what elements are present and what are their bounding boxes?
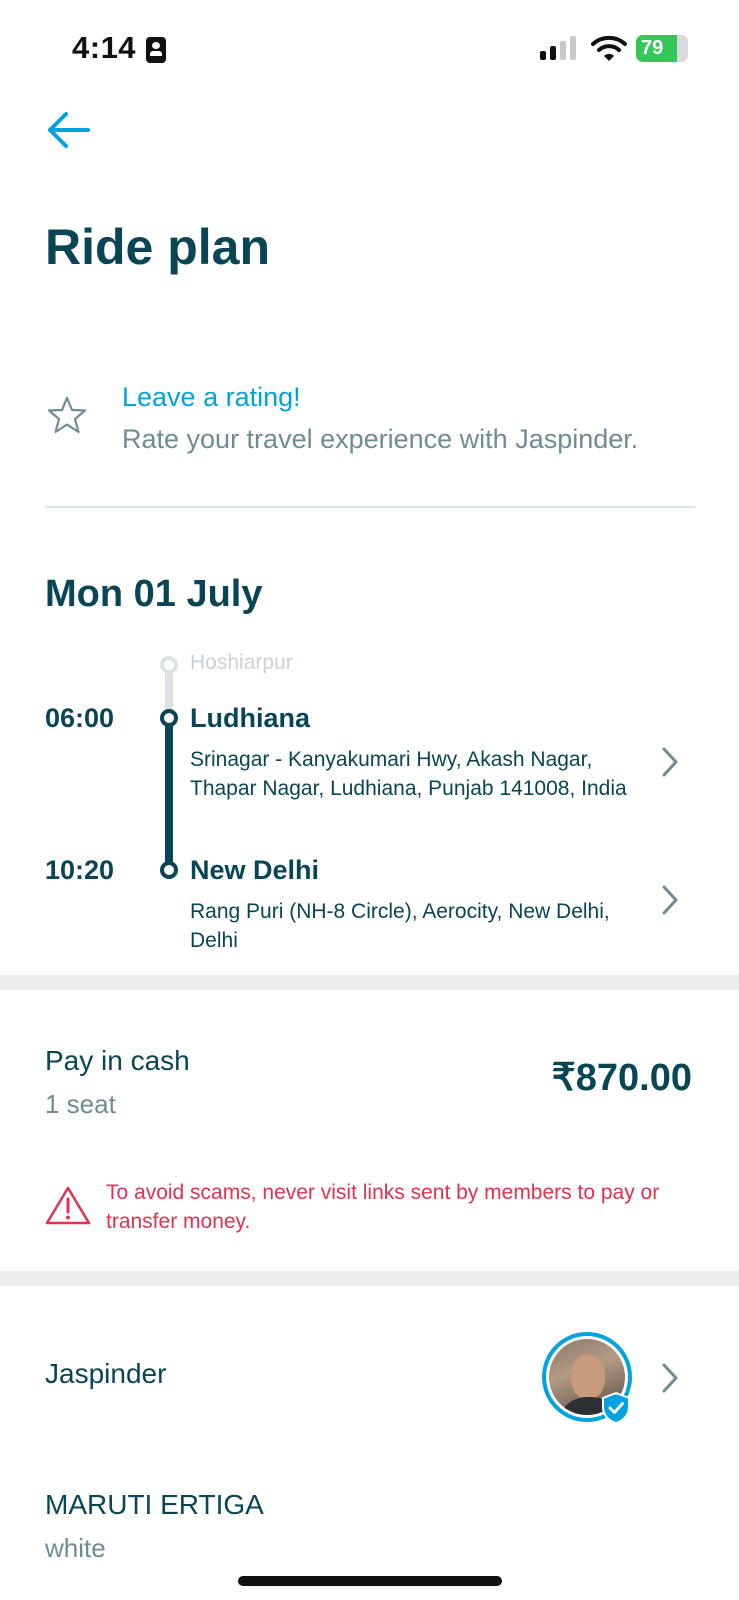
contact-card-icon [146,37,166,63]
stop-time: 06:00 [45,703,115,733]
stop-city: New Delhi [190,855,320,885]
chevron-right-icon [662,885,678,915]
chevron-right-icon [662,747,678,777]
car-model: MARUTI ERTIGA [45,1489,264,1520]
car-color: white [45,1533,106,1563]
scam-warning-text: To avoid scams, never visit links sent b… [106,1181,660,1233]
leave-rating-row[interactable]: Leave a rating! Rate your travel experie… [45,370,695,480]
stop-address: Srinagar - Kanyakumari Hwy, Akash Nagar,… [190,748,627,800]
route-node [160,709,178,727]
driver-name: Jaspinder [45,1358,167,1389]
route-node [160,861,178,879]
wifi-icon [591,35,627,61]
home-indicator[interactable] [238,1576,502,1586]
seat-count: 1 seat [45,1089,116,1119]
route-node-origin [160,656,178,674]
status-time: 4:14 [72,30,137,65]
battery-icon: 79 [636,35,688,62]
back-arrow-icon[interactable] [44,108,92,152]
page-title: Ride plan [45,219,271,275]
cellular-signal-icon [540,36,580,60]
stop-city: Ludhiana [190,703,310,733]
stop-time: 10:20 [45,855,115,885]
trip-date: Mon 01 July [45,573,263,615]
rating-title: Leave a rating! [122,382,301,412]
stop-address: Rang Puri (NH-8 Circle), Aerocity, New D… [190,900,610,952]
origin-city-faded: Hoshiarpur [190,651,293,674]
battery-percent: 79 [641,37,664,59]
section-separator [0,1271,739,1286]
section-separator [0,975,739,990]
rating-subtitle: Rate your travel experience with Jaspind… [122,424,639,454]
star-icon [47,396,87,434]
price: ₹870.00 [551,1057,692,1099]
payment-method: Pay in cash [45,1045,190,1076]
chevron-right-icon [662,1363,678,1393]
divider [45,506,695,508]
verified-badge-icon [602,1392,630,1424]
warning-icon [45,1186,91,1225]
